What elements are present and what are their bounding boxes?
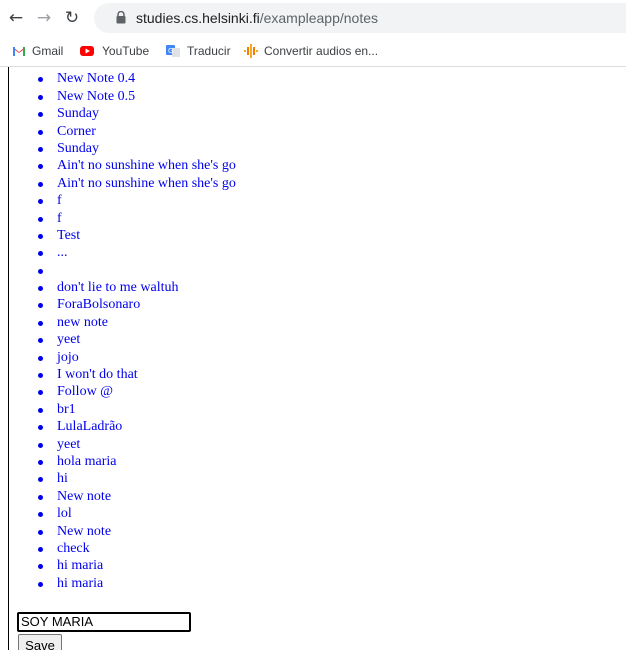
svg-text:G: G — [168, 47, 173, 55]
notes-list: New Note 0.4 New Note 0.5 Sunday Corner Sund… — [38, 67, 236, 592]
bookmark-gmail[interactable]: Gmail — [12, 43, 63, 59]
note-item: lol — [38, 505, 236, 522]
url-text: studies.cs.helsinki.fi/exampleapp/notes — [136, 10, 378, 26]
note-item: hi — [38, 470, 236, 487]
note-item: LulaLadrão — [38, 418, 236, 435]
bookmarks-bar: Gmail YouTube G Traducir Convertir audio… — [0, 36, 626, 67]
bookmark-label: Traducir — [187, 44, 231, 58]
note-item — [38, 262, 236, 279]
note-item: Sunday — [38, 140, 236, 157]
forward-arrow-icon[interactable]: → — [34, 8, 54, 28]
url-host: studies.cs.helsinki.fi — [136, 10, 260, 26]
note-item: Sunday — [38, 105, 236, 122]
note-item: New Note 0.4 — [38, 70, 236, 87]
note-item: f — [38, 210, 236, 227]
note-item: I won't do that — [38, 366, 236, 383]
note-item: jojo — [38, 349, 236, 366]
bookmark-label: YouTube — [102, 44, 150, 58]
address-bar[interactable]: studies.cs.helsinki.fi/exampleapp/notes — [94, 3, 626, 33]
youtube-icon — [80, 46, 94, 56]
bookmark-convertir-audios[interactable]: Convertir audios en... — [244, 43, 378, 59]
note-item: Follow @ — [38, 383, 236, 400]
gmail-icon — [13, 47, 25, 56]
note-item: Ain't no sunshine when she's go — [38, 158, 236, 174]
lock-icon — [116, 11, 126, 24]
translate-icon: G — [166, 45, 180, 57]
note-item: f — [38, 192, 236, 209]
note-item: Corner — [38, 123, 236, 140]
note-item: Test — [38, 227, 236, 244]
note-item: ... — [38, 244, 236, 261]
note-item: br1 — [38, 401, 236, 418]
note-item: ForaBolsonaro — [38, 296, 236, 313]
note-item: hola maria — [38, 453, 236, 470]
note-item: hi maria — [38, 557, 236, 574]
back-arrow-icon[interactable]: ← — [6, 8, 26, 28]
note-input[interactable] — [17, 612, 191, 632]
bookmark-label: Convertir audios en... — [264, 44, 379, 58]
save-button[interactable]: Save — [18, 634, 62, 650]
url-path: /exampleapp/notes — [259, 10, 379, 26]
note-item: don't lie to me waltuh — [38, 279, 236, 296]
note-item: yeet — [38, 436, 236, 453]
bookmark-label: Gmail — [32, 44, 64, 58]
audio-icon — [244, 44, 258, 58]
note-item: check — [38, 540, 236, 557]
browser-toolbar: ← → ↻ studies.cs.helsinki.fi/exampleapp/… — [0, 0, 626, 36]
page-content: New Note 0.4 New Note 0.5 Sunday Corner Sund… — [0, 67, 626, 650]
reload-icon[interactable]: ↻ — [62, 8, 82, 28]
note-item: new note — [38, 314, 236, 331]
note-item: yeet — [38, 331, 236, 348]
bookmark-traducir[interactable]: G Traducir — [165, 43, 231, 59]
bookmark-youtube[interactable]: YouTube — [78, 43, 149, 59]
note-item: New Note 0.5 — [38, 88, 236, 105]
note-item: hi maria — [38, 575, 236, 592]
container-border — [8, 67, 9, 650]
note-item: New note — [38, 488, 236, 505]
note-item: New note — [38, 523, 236, 540]
note-item: Ain't no sunshine when she's go — [38, 175, 236, 191]
